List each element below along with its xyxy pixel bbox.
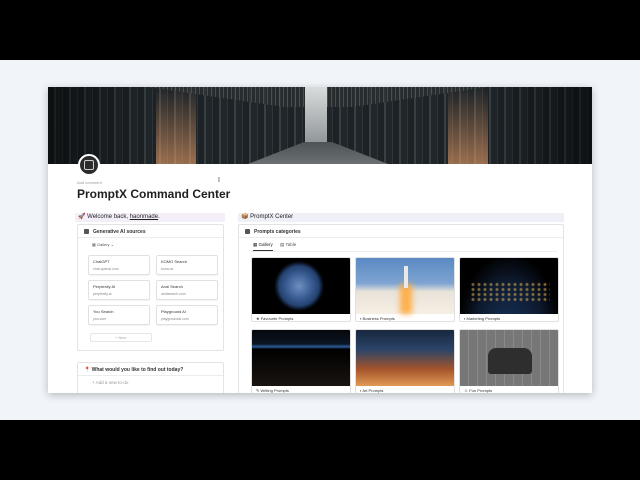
source-name: You Search <box>93 309 114 314</box>
prompts-categories-card: Prompts categories ▦ Gallery ▤ Table ★ F… <box>238 224 564 393</box>
category-label: ★ Favourite Prompts <box>256 316 293 321</box>
category-label: ▪ Art Prompts <box>360 388 383 393</box>
cover-light <box>448 87 488 164</box>
view-tabs: ▦ Gallery ▤ Table <box>253 242 302 251</box>
category-label-text: Marketing Prompts <box>466 316 501 321</box>
source-url[interactable]: andisearch.com <box>161 292 186 296</box>
add-comment-link[interactable]: Add comment <box>77 180 102 185</box>
cover-corridor <box>305 87 327 147</box>
divider <box>78 237 223 238</box>
source-card-komo[interactable]: KOMO Search komo.ai <box>156 255 218 275</box>
source-name: Perplexity AI <box>93 284 116 289</box>
new-source-button[interactable]: + New <box>90 333 152 342</box>
prompts-title: Prompts categories <box>254 229 301 235</box>
category-label: ▪ Marketing Prompts <box>464 316 500 321</box>
welcome-callout: 🚀 Welcome back, haonmade. <box>75 213 225 222</box>
divider <box>239 237 563 238</box>
source-card-playground[interactable]: Playground AI playgroundai.com <box>156 305 218 325</box>
source-url[interactable]: perplexity.ai <box>93 292 111 296</box>
source-url[interactable]: chat.openai.com <box>93 267 119 271</box>
cover-image[interactable] <box>48 87 592 164</box>
category-card-art[interactable]: ▪ Art Prompts <box>355 329 455 393</box>
sources-title: Generative AI sources <box>93 229 146 235</box>
welcome-prefix: 🚀 Welcome back, <box>78 214 130 220</box>
nebula-image <box>356 330 454 386</box>
tab-gallery[interactable]: ▦ Gallery <box>253 242 273 251</box>
category-card-business[interactable]: ▪ Business Prompts <box>355 257 455 322</box>
earth-image <box>252 258 350 314</box>
category-card-favourite[interactable]: ★ Favourite Prompts <box>251 257 351 322</box>
view-label: Gallery <box>96 242 110 247</box>
cover-light <box>156 87 196 164</box>
divider <box>78 375 223 376</box>
category-card-fun[interactable]: ☺ Fun Prompts <box>459 329 559 393</box>
category-card-writing[interactable]: ✎ Writing Prompts <box>251 329 351 393</box>
pin-icon: 📍 <box>84 367 91 373</box>
briefcase-icon: ▪ <box>360 316 362 321</box>
add-todo-button[interactable]: + Add a new to-do <box>92 380 128 385</box>
notion-page-window: Add comment I PromptX Command Center 🚀 W… <box>48 87 592 393</box>
tab-underline <box>251 251 557 252</box>
category-label-text: Writing Prompts <box>260 388 289 393</box>
todo-card: 📍 What would you like to find out today?… <box>77 362 224 393</box>
category-label-text: Favourite Prompts <box>260 316 294 321</box>
username-link[interactable]: haonmade <box>130 214 158 220</box>
grid-icon <box>245 229 250 235</box>
source-name: KOMO Search <box>161 259 188 264</box>
todo-header: 📍 What would you like to find out today? <box>84 367 183 373</box>
welcome-suffix: . <box>158 214 160 220</box>
cover-floor <box>248 142 388 164</box>
category-label: ☺ Fun Prompts <box>464 388 492 393</box>
prompts-header: Prompts categories <box>245 229 301 235</box>
source-name: Playground AI <box>161 309 186 314</box>
category-label-text: Art Prompts <box>362 388 384 393</box>
tab-table[interactable]: ▤ Table <box>280 242 296 250</box>
lab-photo-image <box>460 330 558 386</box>
megaphone-icon: ▪ <box>464 316 466 321</box>
category-label: ▪ Business Prompts <box>360 316 395 321</box>
source-card-andi[interactable]: Andi Search andisearch.com <box>156 280 218 300</box>
smile-icon: ☺ <box>464 388 469 393</box>
star-icon: ★ <box>256 316 260 321</box>
promptx-center-callout: 📦 PromptX Center <box>238 213 564 222</box>
page-title[interactable]: PromptX Command Center <box>77 187 230 201</box>
shuttle-launch-image <box>356 258 454 314</box>
source-url[interactable]: komo.ai <box>161 267 173 271</box>
category-label: ✎ Writing Prompts <box>256 388 289 393</box>
orbit-horizon-image <box>252 330 350 386</box>
screen-backdrop: Add comment I PromptX Command Center 🚀 W… <box>0 60 640 420</box>
source-card-chatgpt[interactable]: ChatGPT chat.openai.com <box>88 255 150 275</box>
source-url[interactable]: playgroundai.com <box>161 317 189 321</box>
pen-icon: ✎ <box>256 388 260 393</box>
source-card-you[interactable]: You Search you.com <box>88 305 150 325</box>
source-name: ChatGPT <box>93 259 110 264</box>
category-label-text: Fun Prompts <box>469 388 493 393</box>
generative-ai-sources-card: Generative AI sources ▦ Gallery ⌄ ChatGP… <box>77 224 224 351</box>
earth-night-image <box>460 258 558 314</box>
source-card-perplexity[interactable]: Perplexity AI perplexity.ai <box>88 280 150 300</box>
todo-title: What would you like to find out today? <box>91 367 184 373</box>
text-cursor-icon: I <box>218 177 220 184</box>
tab-label: Gallery <box>258 242 273 247</box>
category-card-marketing[interactable]: ▪ Marketing Prompts <box>459 257 559 322</box>
category-label-text: Business Prompts <box>362 316 395 321</box>
source-name: Andi Search <box>161 284 183 289</box>
grid-icon <box>84 229 89 235</box>
view-switcher[interactable]: ▦ Gallery ⌄ <box>92 242 114 247</box>
sources-header: Generative AI sources <box>84 229 146 235</box>
tab-label: Table <box>285 242 297 247</box>
source-url[interactable]: you.com <box>93 317 106 321</box>
page-chip-icon[interactable] <box>78 154 100 176</box>
chevron-down-icon: ⌄ <box>110 242 115 247</box>
